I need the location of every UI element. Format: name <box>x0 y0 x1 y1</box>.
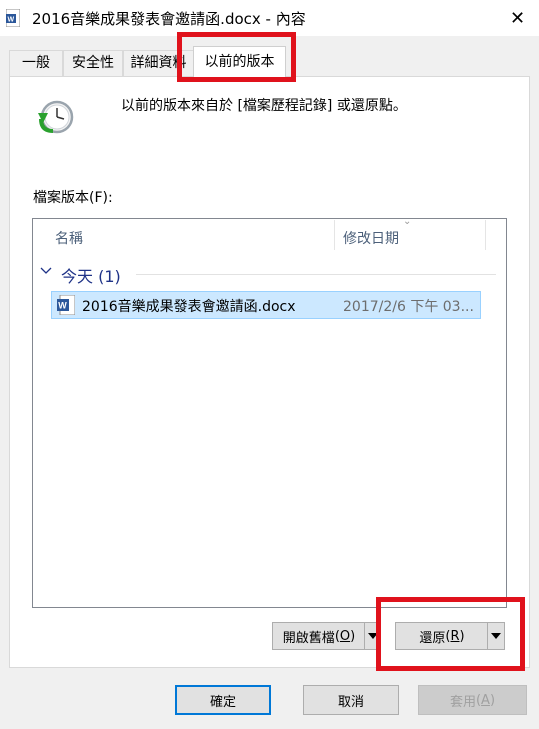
column-header-date-modified[interactable]: 修改日期 <box>343 228 399 248</box>
history-clock-icon <box>38 100 74 134</box>
column-header-name[interactable]: 名稱 <box>55 228 83 248</box>
apply-button[interactable]: 套用(A) <box>418 685 527 715</box>
svg-text:W: W <box>8 17 15 24</box>
tab-general[interactable]: 一般 <box>9 50 63 76</box>
group-divider <box>136 274 496 275</box>
column-divider[interactable] <box>485 220 486 250</box>
highlight-box-restore <box>376 597 525 671</box>
svg-text:W: W <box>58 301 67 311</box>
ok-button[interactable]: 確定 <box>175 685 271 715</box>
open-old-version-button[interactable]: 開啟舊檔(O) <box>272 622 365 650</box>
file-versions-label: 檔案版本(F): <box>33 190 113 206</box>
sort-arrow-icon: ⌄ <box>403 216 412 227</box>
chevron-down-icon[interactable] <box>40 265 52 279</box>
window-title: 2016音樂成果發表會邀請函.docx - 內容 <box>32 10 306 28</box>
column-divider[interactable] <box>334 220 335 250</box>
apply-label: 套用 <box>449 694 476 710</box>
tab-security[interactable]: 安全性 <box>63 50 123 76</box>
info-text: 以前的版本來自於 [檔案歷程記錄] 或還原點。 <box>121 98 407 114</box>
open-old-access-key: O <box>339 628 351 644</box>
word-document-icon: W <box>57 295 75 315</box>
close-icon[interactable]: ✕ <box>496 0 539 36</box>
cancel-button[interactable]: 取消 <box>303 685 399 715</box>
open-old-label: 開啟舊檔 <box>282 630 335 646</box>
file-date-modified: 2017/2/6 下午 03... <box>343 299 474 315</box>
highlight-box-tab <box>177 32 296 82</box>
file-name[interactable]: 2016音樂成果發表會邀請函.docx <box>82 296 296 316</box>
apply-access-key: A <box>481 692 490 708</box>
word-document-icon: W <box>6 9 20 27</box>
group-header-today[interactable]: 今天 (1) <box>61 263 121 287</box>
